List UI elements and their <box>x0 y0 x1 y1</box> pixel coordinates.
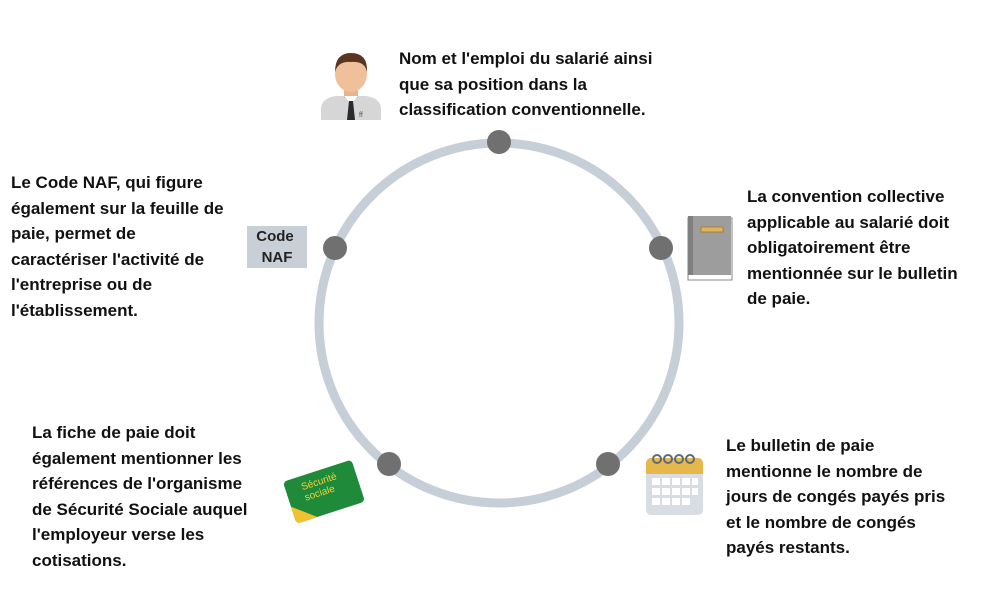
securite-sociale-card-icon: Sécurité sociale <box>283 460 364 523</box>
naf-icon-line-2: NAF <box>262 249 293 266</box>
cycle-ring <box>314 138 684 508</box>
code-naf-text: Le Code NAF, qui figure également sur la… <box>11 173 224 320</box>
node-employee <box>487 130 511 154</box>
calendar-icon <box>646 454 703 515</box>
naf-icon-line-1: Code <box>256 228 294 245</box>
person-icon: ff <box>321 53 381 120</box>
securite-sociale-text: La fiche de paie doit également mentionn… <box>32 423 248 570</box>
convention-collective-text: La convention collective applicable au s… <box>747 187 958 308</box>
book-icon <box>687 216 733 281</box>
conges-payes-text: Le bulletin de paie mentionne le nombre … <box>726 436 946 557</box>
node-conges <box>596 452 620 476</box>
node-secu <box>377 452 401 476</box>
node-convention <box>649 236 673 260</box>
node-naf <box>323 236 347 260</box>
svg-text:ff: ff <box>359 112 363 119</box>
employee-info-text: Nom et l'emploi du salarié ainsi que sa … <box>399 49 653 119</box>
